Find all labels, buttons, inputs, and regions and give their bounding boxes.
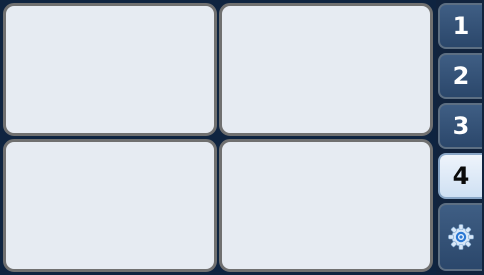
view-panel-1[interactable] bbox=[3, 3, 217, 136]
tab-layout-1-label: 1 bbox=[452, 12, 470, 40]
layout-app: 1 2 3 4 bbox=[0, 0, 484, 275]
view-panel-4[interactable] bbox=[219, 139, 433, 272]
tab-layout-4-label: 4 bbox=[452, 162, 470, 190]
tab-layout-3-label: 3 bbox=[452, 112, 470, 140]
tab-layout-1[interactable]: 1 bbox=[438, 3, 482, 49]
tab-layout-4[interactable]: 4 bbox=[438, 153, 482, 199]
tab-layout-2[interactable]: 2 bbox=[438, 53, 482, 99]
gear-icon bbox=[447, 223, 475, 251]
settings-button[interactable] bbox=[438, 203, 482, 271]
view-panel-3[interactable] bbox=[3, 139, 217, 272]
tab-layout-3[interactable]: 3 bbox=[438, 103, 482, 149]
view-panel-2[interactable] bbox=[219, 3, 433, 136]
layout-tab-sidebar: 1 2 3 4 bbox=[436, 0, 484, 275]
view-grid bbox=[0, 0, 436, 275]
tab-layout-2-label: 2 bbox=[452, 62, 470, 90]
